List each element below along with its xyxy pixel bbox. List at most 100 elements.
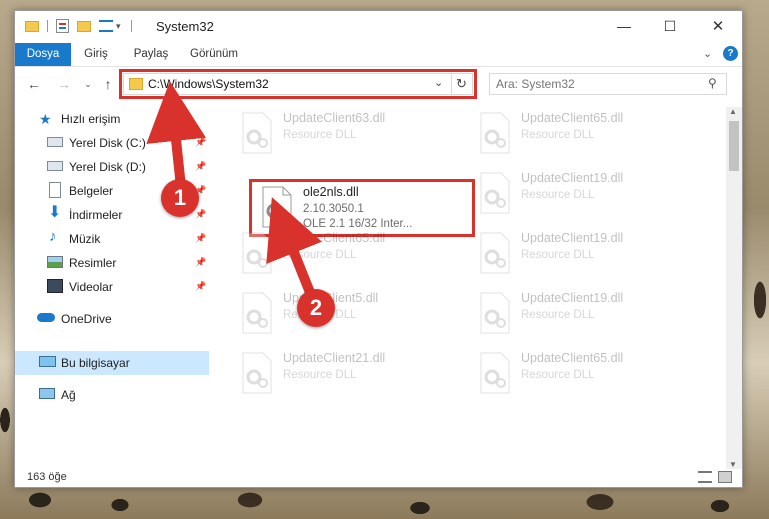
sidebar-item-quick-access[interactable]: ★ Hızlı erişim bbox=[15, 107, 209, 131]
sidebar-item-label: Müzik bbox=[69, 232, 101, 246]
file-item[interactable]: UpdateClient21.dll Resource DLL bbox=[233, 347, 459, 405]
drive-icon bbox=[47, 137, 63, 147]
separator bbox=[130, 20, 132, 32]
quick-access-toolbar: ▾ bbox=[25, 18, 132, 34]
file-type: Resource DLL bbox=[283, 369, 357, 381]
folder-icon bbox=[129, 78, 143, 90]
file-item[interactable]: UpdateClient63.dll Resource DLL bbox=[233, 107, 459, 165]
maximize-button[interactable]: ☐ bbox=[647, 11, 693, 41]
documents-icon bbox=[49, 182, 61, 198]
file-name: UpdateClient63.dll bbox=[283, 111, 386, 125]
back-button[interactable]: ← bbox=[25, 75, 43, 93]
callout-badge-2: 2 bbox=[297, 289, 335, 327]
close-button[interactable]: ✕ bbox=[695, 11, 741, 41]
sidebar-item-pictures[interactable]: Resimler 📌 bbox=[15, 251, 209, 275]
scroll-thumb[interactable] bbox=[729, 121, 739, 171]
file-item[interactable]: UpdateClient65.dll Resource DLL bbox=[233, 227, 459, 285]
recent-locations-button[interactable]: ⌄ bbox=[79, 75, 97, 93]
sidebar-item-network[interactable]: Ağ bbox=[15, 383, 209, 407]
search-input[interactable] bbox=[496, 76, 696, 92]
file-item[interactable]: UpdateClient19.dll Resource DLL bbox=[471, 287, 697, 345]
star-icon: ★ bbox=[39, 111, 52, 127]
file-item[interactable]: UpdateClient5.dll Resource DLL bbox=[233, 287, 459, 345]
pin-icon[interactable]: 📌 bbox=[195, 209, 206, 221]
pin-icon[interactable]: 📌 bbox=[195, 257, 206, 269]
address-dropdown-icon[interactable]: ⌄ bbox=[434, 76, 443, 89]
file-item[interactable]: UpdateClient19.dll Resource DLL bbox=[471, 227, 697, 285]
file-item[interactable]: UpdateClient65.dll Resource DLL bbox=[471, 347, 697, 405]
tab-giris[interactable]: Giriş bbox=[79, 43, 113, 66]
dll-file-icon bbox=[239, 231, 275, 275]
refresh-icon[interactable]: ↻ bbox=[456, 76, 467, 92]
file-type: Resource DLL bbox=[521, 249, 595, 261]
sidebar-item-label: Bu bilgisayar bbox=[61, 356, 130, 370]
properties-icon[interactable] bbox=[56, 19, 69, 33]
vertical-scrollbar[interactable]: ▲ ▼ bbox=[726, 107, 742, 469]
address-path[interactable]: C:\Windows\System32 bbox=[148, 77, 269, 91]
sidebar-item-music[interactable]: ♪ Müzik 📌 bbox=[15, 227, 209, 251]
file-name: UpdateClient65.dll bbox=[521, 111, 624, 125]
search-box[interactable]: ⚲ bbox=[489, 73, 727, 95]
file-type: Resource DLL bbox=[283, 129, 357, 141]
dll-file-icon bbox=[477, 111, 513, 155]
expand-ribbon-icon[interactable]: ⌄ bbox=[703, 47, 712, 60]
scroll-up-icon[interactable]: ▲ bbox=[729, 107, 737, 116]
file-name: ole2nls.dll bbox=[303, 185, 359, 199]
tab-dosya[interactable]: Dosya bbox=[15, 43, 71, 66]
search-icon[interactable]: ⚲ bbox=[708, 76, 717, 90]
sidebar-item-videos[interactable]: Videolar 📌 bbox=[15, 275, 209, 299]
network-icon bbox=[39, 388, 55, 399]
navigation-pane: ★ Hızlı erişim Yerel Disk (C:) 📌 Yerel D… bbox=[15, 107, 211, 461]
sidebar-item-label: Hızlı erişim bbox=[61, 112, 121, 126]
sidebar-item-label: Yerel Disk (D:) bbox=[69, 160, 146, 174]
dll-file-icon bbox=[259, 185, 295, 229]
large-icons-view-icon[interactable] bbox=[718, 471, 732, 483]
customize-toolbar-icon[interactable] bbox=[99, 20, 113, 32]
file-type: Resource DLL bbox=[521, 189, 595, 201]
ribbon-tabs: Dosya Giriş Paylaş Görünüm ⌄ ? bbox=[15, 43, 742, 67]
sidebar-item-this-pc[interactable]: Bu bilgisayar bbox=[15, 351, 209, 375]
file-explorer-window: ▾ System32 — ☐ ✕ Dosya Giriş Paylaş Görü… bbox=[14, 10, 743, 488]
new-folder-icon[interactable] bbox=[77, 20, 91, 32]
sidebar-item-local-disk-c[interactable]: Yerel Disk (C:) 📌 bbox=[15, 131, 209, 155]
file-type: Resource DLL bbox=[521, 129, 595, 141]
tab-gorunum[interactable]: Görünüm bbox=[187, 43, 241, 66]
sidebar-item-label: Resimler bbox=[69, 256, 117, 270]
minimize-button[interactable]: — bbox=[601, 11, 647, 41]
pictures-icon bbox=[47, 256, 63, 268]
details-view-icon[interactable] bbox=[698, 471, 712, 483]
item-count: 163 öğe bbox=[27, 471, 67, 483]
dll-file-icon bbox=[477, 171, 513, 215]
up-button[interactable]: ↑ bbox=[99, 75, 117, 93]
sidebar-item-label: Yerel Disk (C:) bbox=[69, 136, 146, 150]
dll-file-icon bbox=[477, 291, 513, 335]
separator bbox=[47, 20, 48, 32]
dll-file-icon bbox=[239, 111, 275, 155]
file-name: UpdateClient19.dll bbox=[521, 171, 624, 185]
sidebar-item-onedrive[interactable]: OneDrive bbox=[15, 307, 209, 331]
pin-icon[interactable]: 📌 bbox=[195, 281, 206, 293]
file-type: Resource DLL bbox=[521, 369, 595, 381]
pin-icon[interactable]: 📌 bbox=[195, 233, 206, 245]
file-type: Resource DLL bbox=[521, 309, 595, 321]
sidebar-item-label: OneDrive bbox=[61, 312, 112, 326]
video-icon bbox=[47, 279, 63, 293]
computer-icon bbox=[39, 356, 56, 367]
music-icon: ♪ bbox=[49, 228, 57, 245]
file-list: UpdateClient63.dll Resource DLL ole2nls.… bbox=[213, 99, 727, 469]
forward-button[interactable]: → bbox=[55, 75, 73, 93]
pin-icon[interactable]: 📌 bbox=[195, 161, 206, 173]
tab-paylas[interactable]: Paylaş bbox=[131, 43, 171, 66]
status-bar: 163 öğe bbox=[15, 466, 742, 488]
file-name: UpdateClient65.dll bbox=[521, 351, 624, 365]
file-item[interactable]: UpdateClient19.dll Resource DLL bbox=[471, 167, 697, 225]
address-bar[interactable]: C:\Windows\System32 ⌄ ↻ bbox=[123, 73, 473, 95]
chevron-down-icon[interactable]: ▾ bbox=[116, 21, 121, 32]
pin-icon[interactable]: 📌 bbox=[195, 137, 206, 149]
sidebar-item-label: Belgeler bbox=[69, 184, 114, 198]
folder-icon[interactable] bbox=[25, 20, 39, 32]
help-icon[interactable]: ? bbox=[723, 46, 738, 61]
sidebar-item-local-disk-d[interactable]: Yerel Disk (D:) 📌 bbox=[15, 155, 209, 179]
file-type: Resource DLL bbox=[283, 249, 357, 261]
file-item[interactable]: UpdateClient65.dll Resource DLL bbox=[471, 107, 697, 165]
